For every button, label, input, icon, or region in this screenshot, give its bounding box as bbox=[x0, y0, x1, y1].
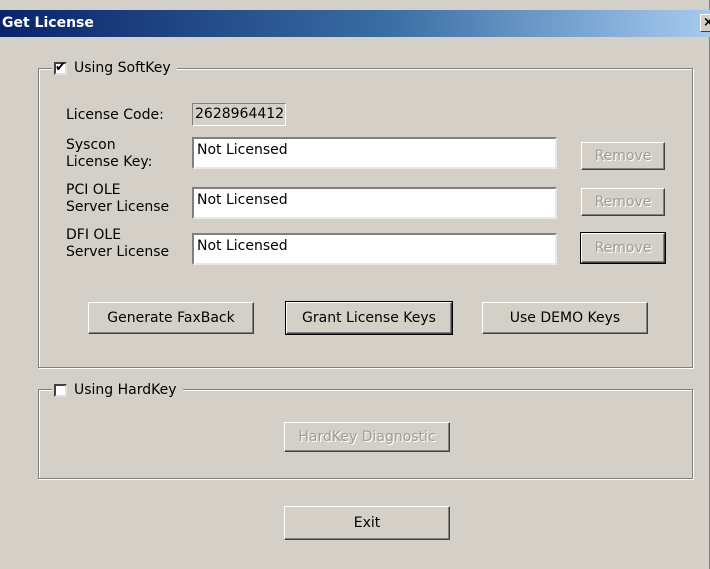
using-softkey-checkbox[interactable]: ✔ bbox=[54, 59, 67, 75]
syscon-license-label-line1: Syscon bbox=[66, 137, 116, 153]
dfi-ole-license-label-line1: DFI OLE bbox=[66, 227, 122, 243]
using-softkey-label[interactable]: Using SoftKey bbox=[74, 60, 171, 76]
checkmark-icon: ✔ bbox=[55, 59, 66, 75]
generate-faxback-button[interactable]: Generate FaxBack bbox=[88, 302, 254, 334]
license-code-value: 2628964412 bbox=[192, 103, 286, 126]
get-license-dialog: Get License × ✔ Using SoftKey License Co… bbox=[0, 0, 710, 569]
hardkey-group-header: Using HardKey bbox=[52, 380, 183, 400]
use-demo-keys-button[interactable]: Use DEMO Keys bbox=[482, 302, 648, 334]
dfi-ole-license-label-line2: Server License bbox=[66, 244, 170, 260]
dfi-ole-remove-button[interactable]: Remove bbox=[580, 232, 666, 264]
grant-license-keys-button[interactable]: Grant License Keys bbox=[285, 301, 453, 335]
syscon-license-key-field[interactable]: Not Licensed bbox=[192, 137, 557, 169]
license-code-label: License Code: bbox=[66, 107, 164, 123]
window-title: Get License bbox=[2, 15, 94, 31]
softkey-group-header: ✔ Using SoftKey bbox=[52, 58, 177, 78]
pci-ole-license-label-line2: Server License bbox=[66, 199, 170, 215]
title-bar[interactable]: Get License × bbox=[0, 10, 710, 37]
close-button[interactable]: × bbox=[700, 14, 710, 32]
exit-button[interactable]: Exit bbox=[284, 506, 450, 540]
pci-ole-server-license-field[interactable]: Not Licensed bbox=[192, 187, 557, 219]
close-icon: × bbox=[703, 15, 710, 30]
dfi-ole-server-license-field[interactable]: Not Licensed bbox=[192, 233, 557, 265]
syscon-remove-button[interactable]: Remove bbox=[581, 142, 665, 170]
pci-ole-license-label-line1: PCI OLE bbox=[66, 182, 121, 198]
using-hardkey-checkbox[interactable] bbox=[54, 383, 67, 397]
using-hardkey-label[interactable]: Using HardKey bbox=[74, 382, 177, 398]
hardkey-diagnostic-button[interactable]: HardKey Diagnostic bbox=[284, 422, 450, 452]
pci-ole-remove-button[interactable]: Remove bbox=[581, 188, 665, 216]
syscon-license-label-line2: License Key: bbox=[66, 154, 153, 170]
